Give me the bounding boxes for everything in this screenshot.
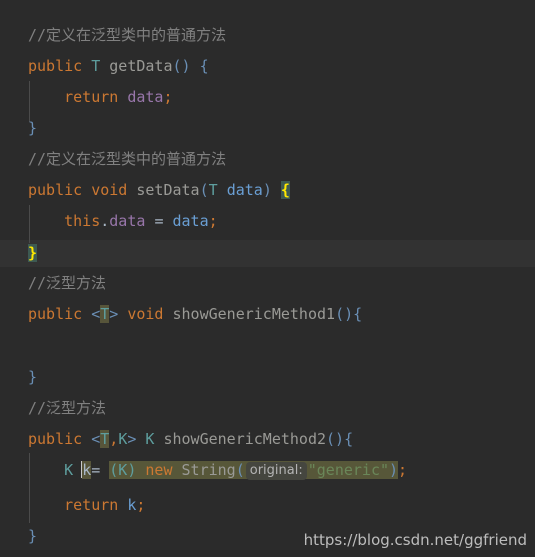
- token-var-k-highlighted: k: [82, 461, 92, 479]
- token-semicolon: ;: [398, 461, 408, 479]
- inline-parameter-hint: original:: [245, 462, 307, 480]
- token-paren-close: ): [389, 461, 399, 479]
- code-line-12[interactable]: }: [28, 362, 37, 393]
- token-method-setdata: setData: [136, 181, 200, 199]
- token-string-literal: "generic": [307, 461, 390, 479]
- blog-watermark: https://blog.csdn.net/ggfriend: [303, 531, 527, 549]
- token-brace-close: }: [28, 527, 38, 545]
- token-parens: (): [335, 305, 354, 323]
- code-line-1[interactable]: //定义在泛型类中的普通方法: [28, 20, 226, 51]
- token-param-data: data: [172, 212, 209, 230]
- token-keyword-public: public: [28, 305, 83, 323]
- token-assign: =: [91, 461, 101, 479]
- code-line-5[interactable]: //定义在泛型类中的普通方法: [28, 144, 226, 175]
- token-brace-close: }: [28, 368, 38, 386]
- code-line-15[interactable]: K k= (K) new String(original: "generic");: [28, 455, 407, 486]
- code-line-11[interactable]: [28, 330, 37, 361]
- code-line-10[interactable]: public <T> void showGenericMethod1(){: [28, 299, 362, 330]
- token-keyword-return: return: [64, 88, 119, 106]
- token-angle-open: <: [91, 305, 101, 323]
- token-paren-open: (: [199, 181, 209, 199]
- token-field-data: data: [127, 88, 164, 106]
- token-keyword-public: public: [28, 430, 83, 448]
- token-brace-open-matched: {: [280, 181, 290, 199]
- token-dot: .: [100, 212, 110, 230]
- token-method-getdata: getData: [109, 57, 173, 75]
- code-line-3[interactable]: return data;: [28, 82, 173, 113]
- token-type-K: K: [118, 430, 128, 448]
- code-line-14[interactable]: public <T,K> K showGenericMethod2(){: [28, 424, 353, 455]
- token-brace-close-matched: }: [28, 244, 38, 262]
- token-comment: //定义在泛型类中的普通方法: [28, 150, 227, 168]
- token-semicolon: ;: [208, 212, 218, 230]
- token-type-T: T: [91, 57, 101, 75]
- token-comma: ,: [109, 430, 119, 448]
- token-keyword-this: this: [64, 212, 101, 230]
- token-method-showgenericmethod1: showGenericMethod1: [172, 305, 336, 323]
- code-line-16[interactable]: return k;: [28, 490, 145, 521]
- token-type-T-highlighted: T: [100, 305, 110, 323]
- token-parens: (): [172, 57, 191, 75]
- code-line-2[interactable]: public T getData() {: [28, 51, 209, 82]
- token-keyword-return: return: [64, 496, 119, 514]
- token-angle-close: >: [109, 305, 119, 323]
- token-semicolon: ;: [136, 496, 146, 514]
- token-field-data: data: [109, 212, 146, 230]
- token-semicolon: ;: [163, 88, 173, 106]
- token-method-showgenericmethod2: showGenericMethod2: [163, 430, 327, 448]
- code-line-17[interactable]: }: [28, 521, 37, 552]
- code-line-7[interactable]: this.data = data;: [28, 206, 218, 237]
- token-cast-K: (K): [109, 461, 137, 479]
- token-comment: //泛型方法: [28, 274, 107, 292]
- token-keyword-public: public: [28, 181, 83, 199]
- token-angle-open: <: [91, 430, 101, 448]
- token-param-data: data: [226, 181, 263, 199]
- code-line-4[interactable]: }: [28, 113, 37, 144]
- token-type-K: K: [64, 461, 74, 479]
- token-empty: [28, 336, 37, 354]
- token-comment: //定义在泛型类中的普通方法: [28, 26, 227, 44]
- token-brace-close: }: [28, 119, 38, 137]
- token-paren-close: ): [262, 181, 272, 199]
- token-type-T-highlighted: T: [100, 430, 110, 448]
- code-editor-canvas[interactable]: //定义在泛型类中的普通方法 public T getData() { retu…: [0, 0, 535, 557]
- code-line-8[interactable]: }: [28, 240, 38, 267]
- token-keyword-void: void: [127, 305, 164, 323]
- token-brace-open: {: [344, 430, 354, 448]
- token-keyword-new: new: [145, 461, 173, 479]
- token-type-T: T: [208, 181, 218, 199]
- code-line-13[interactable]: //泛型方法: [28, 393, 106, 424]
- code-lines-layer: //定义在泛型类中的普通方法 public T getData() { retu…: [0, 0, 535, 557]
- token-brace-open: {: [353, 305, 363, 323]
- code-line-6[interactable]: public void setData(T data) {: [28, 175, 290, 206]
- token-parens: (): [326, 430, 345, 448]
- selection-range: (K) new String(original: "generic"): [109, 461, 399, 480]
- token-keyword-void: void: [91, 181, 128, 199]
- token-type-string: String: [181, 461, 236, 479]
- code-line-9[interactable]: //泛型方法: [28, 268, 106, 299]
- token-brace-open: {: [199, 57, 209, 75]
- token-keyword-public: public: [28, 57, 83, 75]
- token-paren-open: (: [235, 461, 245, 479]
- token-comment: //泛型方法: [28, 399, 107, 417]
